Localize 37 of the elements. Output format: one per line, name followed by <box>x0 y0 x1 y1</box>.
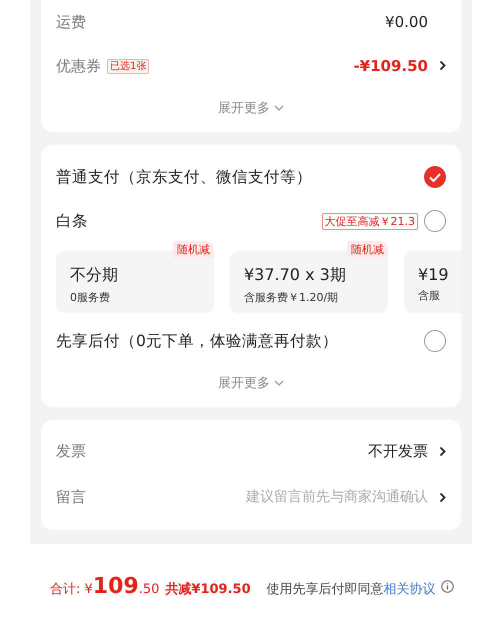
random-discount-badge: 随机减 <box>173 241 214 258</box>
total-saving: 共减¥109.50 <box>165 581 251 598</box>
info-icon[interactable] <box>440 580 454 593</box>
chevron-down-icon <box>274 105 284 111</box>
row-value[interactable]: 不开发票 <box>368 442 428 460</box>
installment-fee: 含服务费￥1.20/期 <box>244 290 338 305</box>
agreement-link[interactable]: 相关协议 <box>384 580 436 598</box>
coupon-tag: 已选1张 <box>107 58 150 74</box>
checkmark-icon <box>429 172 441 182</box>
installment-title: ¥37.70 x 3期 <box>244 265 346 286</box>
checked-radio[interactable] <box>424 166 446 188</box>
row-label: 发票 <box>56 442 86 460</box>
payment-option-label: 先享后付（0元下单，体验满意再付款） <box>56 330 338 352</box>
chevron-right-icon <box>439 446 446 456</box>
row-label: 优惠券 <box>56 56 101 76</box>
row-value: ¥0.00 <box>385 13 428 31</box>
installment-title: 不分期 <box>70 265 118 286</box>
installment-option[interactable]: ¥19 含服 <box>404 251 461 313</box>
radio-button[interactable] <box>424 330 446 352</box>
promo-tag: 大促至高减￥21.3 <box>322 212 418 230</box>
agreement-notice: 使用先享后付即同意 <box>266 581 384 598</box>
payment-option-label: 白条 <box>56 210 88 232</box>
installment-fee: 0服务费 <box>70 290 110 305</box>
row-label: 留言 <box>56 488 86 506</box>
total-price: 合计: ¥109.50 <box>50 574 160 599</box>
random-discount-badge: 随机减 <box>347 241 388 258</box>
radio-button[interactable] <box>424 210 446 232</box>
installment-title: ¥19 <box>418 265 449 284</box>
row-label: 运费 <box>56 12 86 32</box>
expand-more-link[interactable]: 展开更多 <box>218 99 284 117</box>
installment-fee: 含服 <box>418 288 440 303</box>
row-value: -¥109.50 <box>353 57 428 75</box>
chevron-right-icon <box>439 60 446 71</box>
payment-option-label: 普通支付（京东支付、微信支付等） <box>56 166 312 188</box>
chevron-down-icon <box>274 380 284 386</box>
chevron-right-icon <box>439 492 446 502</box>
expand-more-link[interactable]: 展开更多 <box>218 374 284 392</box>
